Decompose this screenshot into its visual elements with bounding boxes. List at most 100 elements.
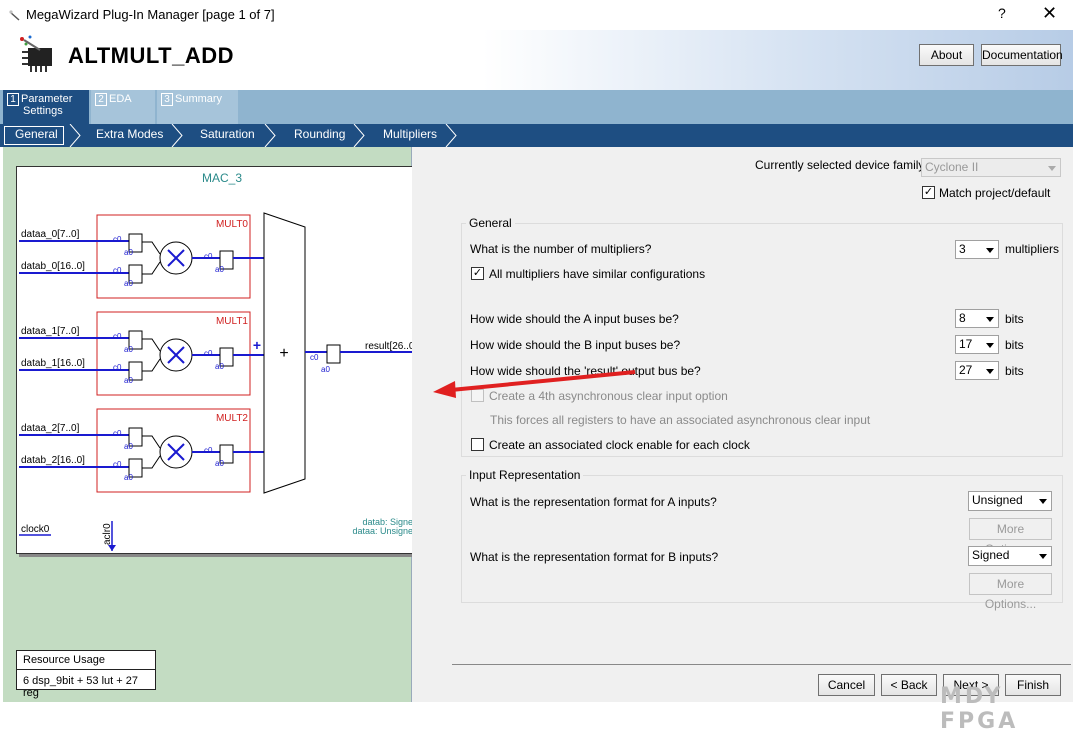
clock-enable-label: Create an associated clock enable for ea…	[489, 438, 750, 452]
chevron-right-icon	[264, 124, 276, 147]
wire	[142, 358, 161, 372]
b-width-question: How wide should the B input buses be?	[470, 338, 681, 352]
footer-separator	[452, 664, 1071, 665]
subtab-multipliers[interactable]: Multipliers	[383, 127, 437, 141]
num-multipliers-value: 3	[959, 242, 966, 256]
chevron-right-icon	[69, 124, 81, 147]
multiplier-name: MULT2	[216, 413, 248, 424]
tab-label: Summary	[175, 93, 223, 105]
wire	[142, 435, 161, 449]
input-port-b: datab_1[16..0]	[21, 358, 85, 369]
reg-a-label: a0	[215, 265, 224, 274]
clock-enable-checkbox[interactable]	[471, 438, 484, 451]
add-sign: +	[253, 337, 261, 353]
input-port-a: dataa_1[7..0]	[21, 326, 80, 337]
device-family-label: Currently selected device family:	[755, 158, 928, 172]
result-width-select[interactable]: 27	[955, 361, 999, 380]
reg-c-label: c0	[113, 266, 122, 275]
page-tab-strip: 1 Parameter Settings 2 EDA 3 Summary	[0, 90, 1073, 124]
resource-usage-header: Resource Usage	[17, 651, 155, 670]
num-multipliers-question: What is the number of multipliers?	[470, 242, 652, 256]
resource-usage-value: 6 dsp_9bit + 53 lut + 27 reg	[23, 675, 138, 699]
b-width-select[interactable]: 17	[955, 335, 999, 354]
num-multipliers-select[interactable]: 3	[955, 240, 999, 259]
multiplier-name: MULT1	[216, 316, 248, 327]
input-port-b: datab_0[16..0]	[21, 261, 85, 272]
a-width-unit: bits	[1005, 312, 1024, 326]
reg-c-label: c0	[204, 446, 213, 455]
a-width-value: 8	[959, 311, 966, 325]
reg-a-label: a0	[124, 473, 133, 482]
tab-parameter-settings[interactable]: 1 Parameter Settings	[3, 90, 89, 124]
tab-number: 3	[161, 93, 173, 106]
reg-c-label: c0	[113, 460, 122, 469]
wire	[142, 455, 161, 469]
b-more-options-button[interactable]: More Options...	[969, 573, 1052, 611]
window-title: MegaWizard Plug-In Manager [page 1 of 7]	[26, 7, 275, 22]
similar-config-label: All multipliers have similar configurati…	[489, 267, 706, 281]
reg-a-label: a0	[124, 345, 133, 354]
multiplier-name: MULT0	[216, 219, 248, 230]
reg-a-label: a0	[124, 279, 133, 288]
watermark: MDY FPGA	[940, 684, 1019, 734]
b-format-value: Signed	[972, 548, 1010, 562]
wizard-header: ALTMULT_ADD About Documentation	[0, 30, 1073, 90]
chevron-right-icon	[445, 124, 457, 147]
wire	[142, 338, 161, 352]
device-family-value: Cyclone II	[925, 160, 979, 174]
reg-c-label: c0	[204, 349, 213, 358]
tab-eda[interactable]: 2 EDA	[91, 90, 155, 124]
a-format-select[interactable]: Unsigned	[968, 491, 1052, 511]
wire	[142, 241, 161, 255]
wire	[142, 261, 161, 275]
subtab-extra-modes[interactable]: Extra Modes	[96, 127, 163, 141]
back-button[interactable]: < Back	[881, 674, 937, 696]
reg-a-label: a0	[321, 365, 330, 374]
adder-plus: +	[279, 345, 288, 362]
reg-a-label: a0	[124, 442, 133, 451]
reg-c-label: c0	[113, 363, 122, 372]
b-width-value: 17	[959, 337, 973, 351]
tab-label: Parameter	[21, 93, 73, 105]
annotation-arrow	[433, 370, 636, 398]
general-group-title: General	[466, 216, 515, 230]
a-more-options-button[interactable]: More Options...	[969, 518, 1052, 556]
reg-c-label: c0	[113, 235, 122, 244]
tab-number: 1	[7, 93, 19, 106]
a-width-question: How wide should the A input buses be?	[470, 312, 679, 326]
result-width-value: 27	[959, 363, 973, 377]
documentation-button[interactable]: Documentation	[981, 44, 1063, 66]
resource-usage-box: Resource Usage 6 dsp_9bit + 53 lut + 27 …	[16, 650, 156, 699]
match-project-label: Match project/default	[939, 186, 1051, 200]
tab-summary[interactable]: 3 Summary	[157, 90, 238, 124]
subtab-general[interactable]: General	[15, 127, 58, 141]
help-button[interactable]: ?	[998, 5, 1006, 21]
subtab-rounding[interactable]: Rounding	[294, 127, 345, 141]
reg-a-label: a0	[124, 376, 133, 385]
block-diagram-svg: MAC_3 MULT0 dataa_0[7..0] datab_0[16..0] c0…	[19, 171, 427, 551]
chip-logo-icon	[20, 35, 52, 72]
match-project-checkbox[interactable]: ✓	[922, 186, 935, 199]
tab-label-line2: Settings	[23, 105, 63, 117]
a-width-select[interactable]: 8	[955, 309, 999, 328]
sub-tab-bar: General Extra Modes Saturation Rounding …	[0, 124, 1073, 147]
reg-c-label: c0	[113, 332, 122, 341]
device-family-select[interactable]: Cyclone II	[921, 158, 1061, 177]
input-port-a: dataa_2[7..0]	[21, 423, 80, 434]
reg-c-label: c0	[113, 429, 122, 438]
reg-a-label: a0	[124, 248, 133, 257]
subtab-saturation[interactable]: Saturation	[200, 127, 255, 141]
clock-port: clock0	[21, 524, 50, 535]
output-register	[326, 344, 341, 364]
cancel-button[interactable]: Cancel	[818, 674, 875, 696]
aclr-port: aclr0	[102, 523, 113, 545]
a-format-question: What is the representation format for A …	[470, 495, 717, 509]
close-button[interactable]: ✕	[1042, 3, 1057, 24]
input-representation-title: Input Representation	[466, 468, 584, 482]
reg-c-label: c0	[204, 252, 213, 261]
about-button[interactable]: About	[919, 44, 974, 66]
similar-config-checkbox[interactable]: ✓	[471, 267, 484, 280]
block-diagram: MAC_3 MULT0 dataa_0[7..0] datab_0[16..0] c0…	[16, 166, 428, 554]
b-format-select[interactable]: Signed	[968, 546, 1052, 566]
a-format-value: Unsigned	[972, 493, 1023, 507]
